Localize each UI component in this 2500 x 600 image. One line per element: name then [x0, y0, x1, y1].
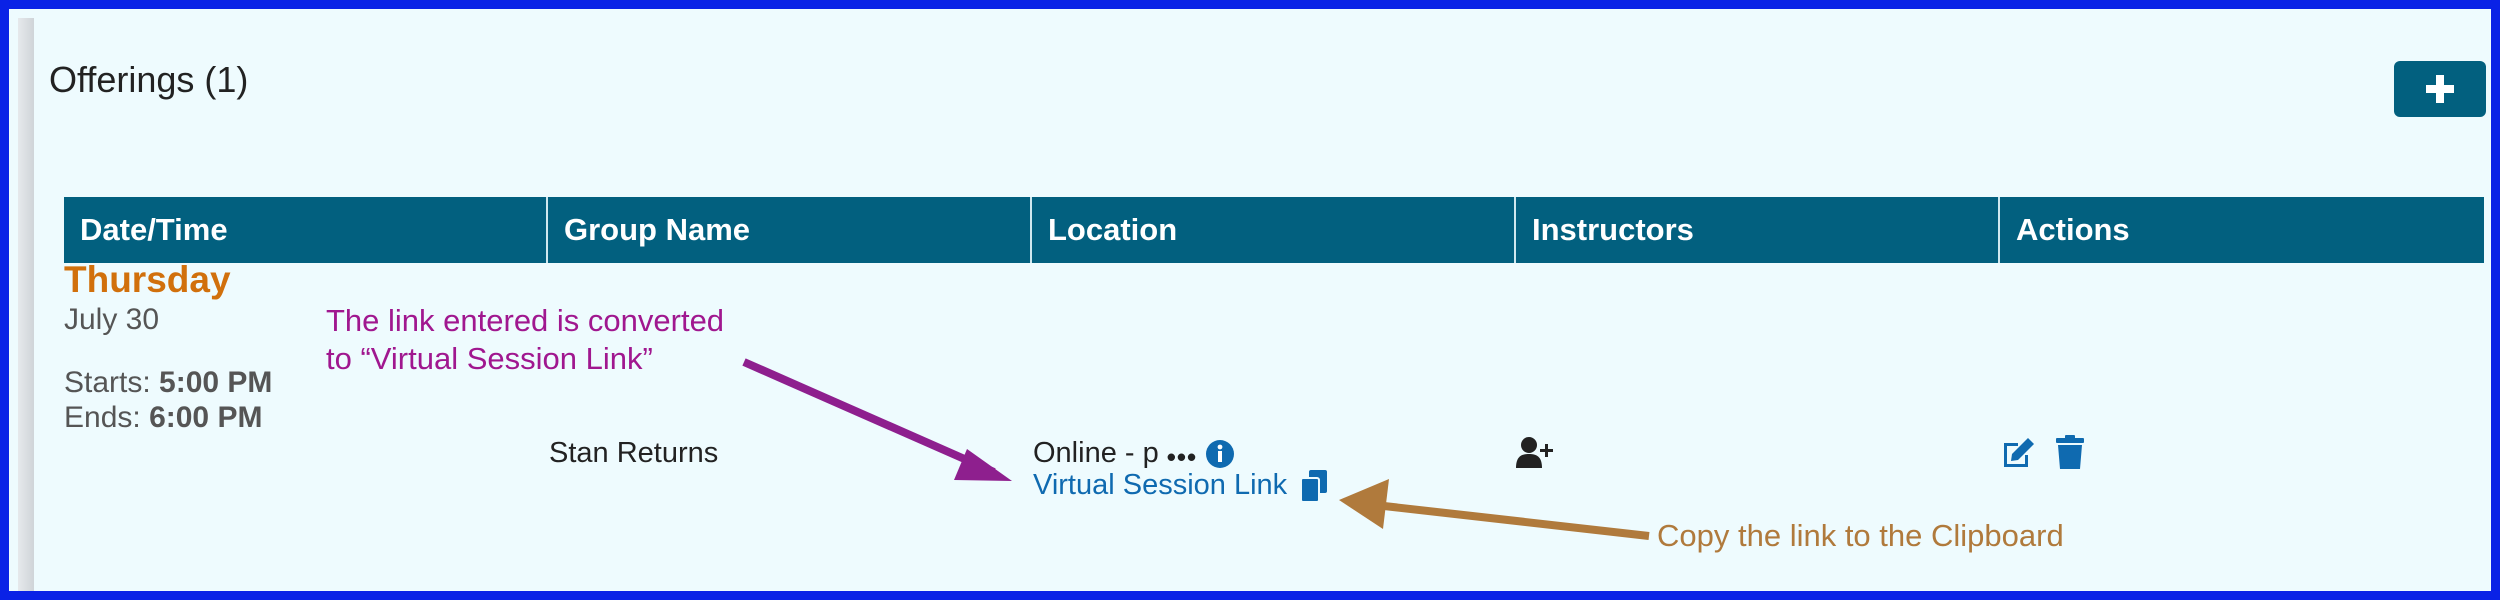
- annotation-arrows: [742, 358, 1650, 540]
- arrow-purple: [742, 358, 996, 476]
- arrow-brown-head: [1339, 479, 1389, 529]
- arrow-purple-head: [954, 449, 1012, 481]
- page-frame: Offerings (1) Date/Time Group Name Locat…: [0, 0, 2500, 600]
- arrow-brown: [1383, 502, 1650, 540]
